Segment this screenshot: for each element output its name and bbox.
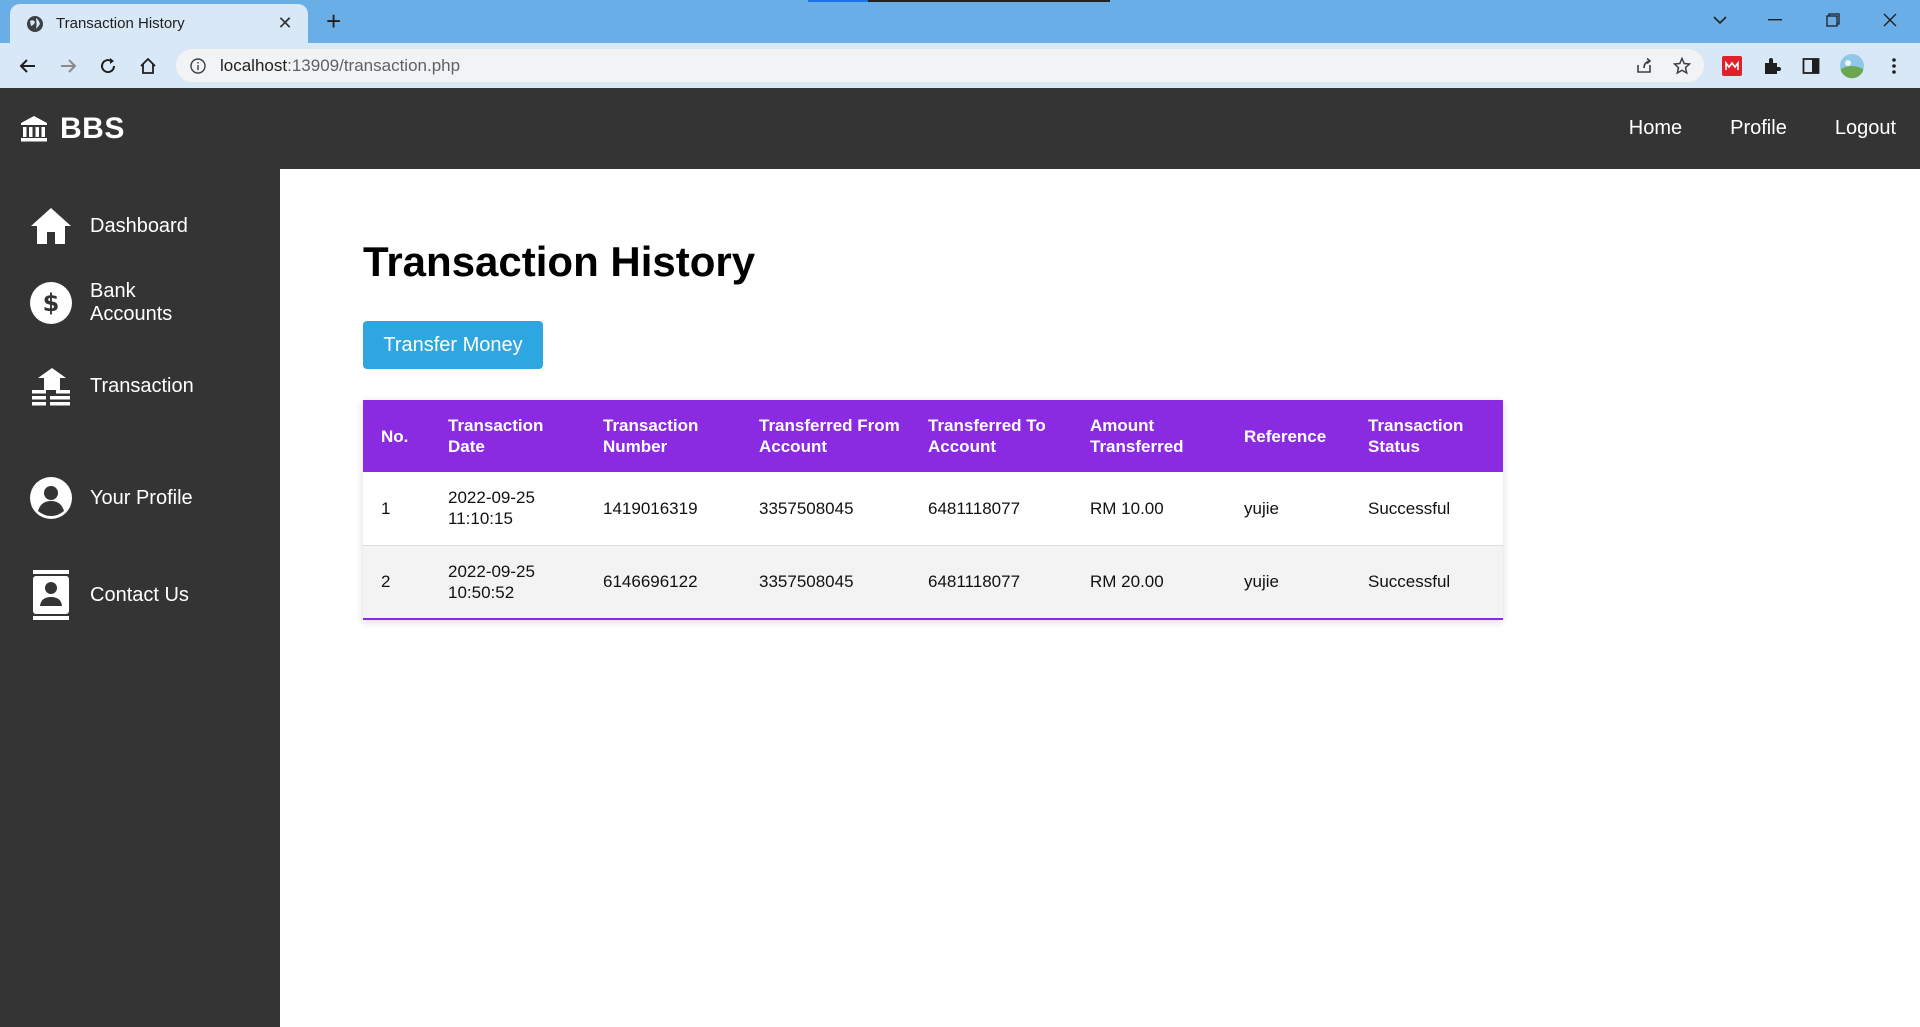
column-header: Transferred To Account: [928, 416, 1046, 456]
table-header-row: No. Transaction Date Transaction Number …: [363, 400, 1503, 472]
sidebar-item-transaction[interactable]: Transaction: [28, 363, 268, 409]
sidebar-item-contact-us[interactable]: Contact Us: [28, 570, 268, 620]
brand-name: BBS: [60, 111, 125, 145]
tab-search-chevron-icon[interactable]: [1700, 6, 1740, 34]
column-header: Reference: [1244, 426, 1327, 446]
dollar-circle-icon: $: [28, 280, 74, 326]
browser-menu-icon[interactable]: [1880, 52, 1908, 80]
page-title: Transaction History: [363, 238, 756, 285]
user-circle-icon: [28, 475, 74, 521]
minimize-icon[interactable]: [1755, 6, 1795, 34]
cell-from-account: 3357508045: [759, 572, 854, 592]
site-info-icon[interactable]: [190, 57, 206, 74]
transaction-table: No. Transaction Date Transaction Number …: [363, 400, 1503, 620]
nav-profile[interactable]: Profile: [1730, 117, 1787, 140]
cell-amount: RM 20.00: [1090, 572, 1164, 592]
browser-tab[interactable]: Transaction History ✕: [10, 4, 308, 43]
sidebar-item-bank-accounts[interactable]: $ Bank Accounts: [28, 280, 268, 326]
cell-to-account: 6481118077: [928, 572, 1021, 592]
tab-indicator-dark: [868, 0, 1110, 2]
bank-icon: [20, 115, 48, 143]
cell-to-account: 6481118077: [928, 498, 1021, 518]
nav-home[interactable]: Home: [1629, 117, 1682, 140]
forward-icon[interactable]: [54, 52, 82, 80]
tab-title: Transaction History: [56, 15, 185, 32]
cell-from-account: 3357508045: [759, 498, 854, 518]
new-tab-button[interactable]: +: [326, 8, 341, 34]
brand-logo[interactable]: BBS: [20, 88, 125, 169]
sidebar: Dashboard $ Bank Accounts Transaction Yo…: [0, 169, 280, 1027]
restore-icon[interactable]: [1813, 6, 1853, 34]
url-host: localhost: [220, 55, 288, 75]
column-header: No.: [381, 426, 409, 446]
cell-number: 6146696122: [603, 572, 698, 592]
table-row: 2 2022-09-25 10:50:52 6146696122 3357508…: [363, 545, 1503, 618]
share-icon[interactable]: [1629, 49, 1659, 82]
browser-tab-strip: Transaction History ✕ +: [0, 0, 1920, 43]
window-close-icon[interactable]: [1870, 6, 1910, 34]
back-icon[interactable]: [14, 52, 42, 80]
side-panel-icon[interactable]: [1797, 52, 1825, 80]
cell-date: 2022-09-25 10:50:52: [448, 561, 535, 602]
column-header: Transaction Date: [448, 416, 544, 456]
cell-status: Successful: [1368, 498, 1451, 518]
url-path: :13909/transaction.php: [287, 55, 461, 75]
nav-logout[interactable]: Logout: [1835, 117, 1896, 140]
cell-no: 2: [381, 572, 391, 592]
cell-reference: yujie: [1244, 572, 1279, 592]
column-header: Transaction Number: [603, 416, 699, 456]
cell-date: 2022-09-25 11:10:15: [448, 488, 535, 529]
cell-no: 1: [381, 498, 391, 518]
home-browser-icon[interactable]: [134, 52, 162, 80]
transaction-icon: [28, 363, 74, 409]
column-header: Transaction Status: [1368, 416, 1464, 456]
sidebar-item-your-profile[interactable]: Your Profile: [28, 475, 268, 521]
top-nav: Home Profile Logout: [1581, 88, 1896, 169]
sidebar-item-label: Dashboard: [90, 214, 188, 237]
sidebar-item-label: Bank Accounts: [90, 280, 173, 325]
contact-card-icon: [28, 570, 74, 620]
table-row: 1 2022-09-25 11:10:15 1419016319 3357508…: [363, 472, 1503, 545]
cell-reference: yujie: [1244, 498, 1279, 518]
cell-number: 1419016319: [603, 498, 698, 518]
extension-red-icon[interactable]: [1718, 52, 1746, 80]
cell-status: Successful: [1368, 572, 1451, 592]
column-header: Transferred From Account: [759, 416, 900, 456]
address-toolbar: localhost:13909/transaction.php: [0, 43, 1920, 88]
svg-text:$: $: [43, 289, 60, 317]
close-tab-icon[interactable]: ✕: [274, 13, 296, 34]
reload-icon[interactable]: [94, 52, 122, 80]
app-header: BBS Home Profile Logout: [0, 88, 1920, 169]
tab-indicator: [808, 0, 868, 2]
home-icon: [28, 203, 74, 249]
sidebar-item-label: Contact Us: [90, 583, 189, 606]
bookmark-star-icon[interactable]: [1667, 49, 1697, 82]
transfer-money-button[interactable]: Transfer Money: [363, 321, 543, 369]
sidebar-item-dashboard[interactable]: Dashboard: [28, 203, 268, 249]
sidebar-item-label: Your Profile: [90, 486, 193, 509]
cell-amount: RM 10.00: [1090, 498, 1164, 518]
url-bar[interactable]: localhost:13909/transaction.php: [176, 49, 1704, 82]
globe-icon: [26, 15, 44, 33]
extensions-puzzle-icon[interactable]: [1758, 52, 1786, 80]
sidebar-item-label: Transaction: [90, 374, 194, 397]
profile-avatar-icon[interactable]: [1838, 52, 1866, 80]
column-header: Amount Transferred: [1090, 416, 1184, 456]
